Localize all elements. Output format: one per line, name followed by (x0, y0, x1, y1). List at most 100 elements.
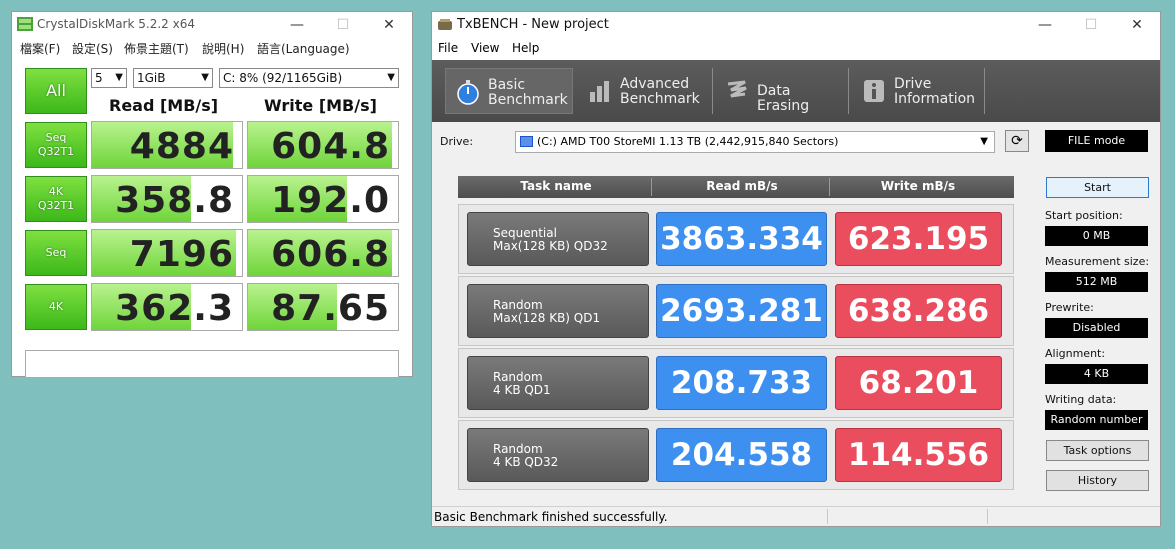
drive-select[interactable]: (C:) AMD T00 StoreMI 1.13 TB (2,442,915,… (515, 131, 995, 153)
task-line2: 4 KB QD1 (493, 383, 551, 397)
menu-help[interactable]: Help (512, 41, 539, 55)
menu-file[interactable]: 檔案(F) (20, 40, 60, 57)
refresh-button[interactable]: ⟳ (1005, 130, 1029, 152)
task-random-128kb-qd1-button[interactable]: Random Max(128 KB) QD1 (467, 284, 649, 338)
measurement-size-value[interactable]: 512 MB (1045, 272, 1148, 292)
row-label: 4K (48, 185, 64, 198)
write-value: 68.201 (835, 356, 1002, 410)
value: 192.0 (271, 180, 390, 221)
tab-label: Basic Benchmark (488, 78, 568, 108)
comment-field[interactable] (25, 350, 399, 378)
crystaldiskmark-window: CrystalDiskMark 5.2.2 x64 — ☐ ✕ 檔案(F) 設定… (11, 11, 413, 378)
info-icon (864, 80, 884, 102)
status-text: Basic Benchmark finished successfully. (434, 510, 668, 524)
value: 606.8 (271, 234, 390, 275)
seq-button[interactable]: Seq (25, 230, 87, 276)
app-icon (438, 19, 452, 30)
read-value: 3863.334 (656, 212, 827, 266)
seq-write: 606.8 (247, 229, 399, 277)
size-select[interactable]: 1GiB ▼ (133, 68, 213, 88)
tab-basic-benchmark[interactable]: Basic Benchmark (445, 68, 573, 114)
chevron-down-icon: ▼ (387, 72, 395, 83)
4k-q32t1-write: 192.0 (247, 175, 399, 223)
tab-drive-information[interactable]: Drive Information (852, 68, 982, 114)
row-sublabel: Q32T1 (37, 199, 75, 212)
minimize-button[interactable]: — (274, 12, 320, 38)
task-line1: Random (493, 370, 543, 384)
alignment-value[interactable]: 4 KB (1045, 364, 1148, 384)
close-button[interactable]: ✕ (366, 12, 412, 38)
task-line2: Max(128 KB) QD32 (493, 239, 608, 253)
minimize-button[interactable]: — (1022, 12, 1068, 38)
basic-benchmark-panel: Drive: (C:) AMD T00 StoreMI 1.13 TB (2,4… (432, 122, 1160, 515)
maximize-button[interactable]: ☐ (1068, 12, 1114, 38)
menu-settings[interactable]: 設定(S) (72, 40, 113, 57)
menu-help[interactable]: 說明(H) (202, 40, 244, 57)
tab-advanced-benchmark[interactable]: Advanced Benchmark (578, 68, 708, 114)
menu-view[interactable]: View (471, 41, 499, 55)
read-value: 2693.281 (656, 284, 827, 338)
menu-language[interactable]: 語言(Language) (257, 40, 350, 57)
task-line1: Random (493, 442, 543, 456)
bar-chart-icon (590, 81, 609, 102)
task-options-button[interactable]: Task options (1046, 440, 1149, 461)
start-position-value[interactable]: 0 MB (1045, 226, 1148, 246)
4k-write: 87.65 (247, 283, 399, 331)
drive-icon (520, 136, 533, 147)
prewrite-value[interactable]: Disabled (1045, 318, 1148, 338)
all-button[interactable]: All (25, 68, 87, 114)
count-select[interactable]: 5 ▼ (91, 68, 127, 88)
maximize-button[interactable]: ☐ (320, 12, 366, 38)
table-row: Random Max(128 KB) QD1 2693.281 638.286 (458, 276, 1014, 346)
table-row: Random 4 KB QD32 204.558 114.556 (458, 420, 1014, 490)
drive-label: Drive: (440, 135, 474, 148)
writing-data-value[interactable]: Random number (1045, 410, 1148, 430)
value: 604.8 (271, 126, 390, 167)
alignment-label: Alignment: (1045, 347, 1106, 360)
chevron-down-icon: ▼ (115, 72, 123, 83)
task-random-4kb-qd1-button[interactable]: Random 4 KB QD1 (467, 356, 649, 410)
status-bar: Basic Benchmark finished successfully. (432, 506, 1160, 526)
drive-select[interactable]: C: 8% (92/1165GiB) ▼ (219, 68, 399, 88)
count-value: 5 (95, 71, 103, 85)
task-line1: Random (493, 298, 543, 312)
table-row: Sequential Max(128 KB) QD32 3863.334 623.… (458, 204, 1014, 274)
table-row: Random 4 KB QD1 208.733 68.201 (458, 348, 1014, 418)
tab-divider (984, 68, 985, 114)
tab-label: Advanced Benchmark (620, 77, 700, 107)
start-button[interactable]: Start (1046, 177, 1149, 198)
menu-theme[interactable]: 佈景主題(T) (124, 40, 189, 57)
tab-line2: Benchmark (620, 91, 700, 107)
size-value: 1GiB (137, 71, 166, 85)
status-divider (987, 509, 988, 524)
seq-q32t1-button[interactable]: Seq Q32T1 (25, 122, 87, 168)
4k-button[interactable]: 4K (25, 284, 87, 330)
tx-title: TxBENCH - New project (457, 17, 609, 32)
close-button[interactable]: ✕ (1114, 12, 1160, 38)
task-sequential-qd32-button[interactable]: Sequential Max(128 KB) QD32 (467, 212, 649, 266)
menu-file[interactable]: File (438, 41, 458, 55)
chevron-down-icon: ▼ (201, 72, 209, 83)
task-line2: 4 KB QD32 (493, 455, 559, 469)
cdm-body: All 5 ▼ 1GiB ▼ C: 8% (92/1165GiB) ▼ Read [M… (12, 58, 412, 378)
task-line1: Sequential (493, 226, 557, 240)
col-read: Read mB/s (706, 179, 778, 193)
eraser-icon (727, 80, 747, 98)
measurement-size-label: Measurement size: (1045, 255, 1150, 268)
tab-data-erasing[interactable]: Data Erasing (715, 68, 843, 114)
write-value: 114.556 (835, 428, 1002, 482)
cdm-menubar: 檔案(F) 設定(S) 佈景主題(T) 說明(H) 語言(Language) (12, 38, 412, 58)
col-task: Task name (520, 179, 592, 193)
task-random-4kb-qd32-button[interactable]: Random 4 KB QD32 (467, 428, 649, 482)
tab-line2: Information (894, 91, 976, 107)
value: 362.3 (115, 288, 234, 329)
write-value: 623.195 (835, 212, 1002, 266)
read-header: Read [MB/s] (109, 96, 219, 115)
tab-line1: Basic (488, 77, 526, 93)
4k-q32t1-button[interactable]: 4K Q32T1 (25, 176, 87, 222)
status-divider (827, 509, 828, 524)
4k-q32t1-read: 358.8 (91, 175, 243, 223)
tab-label: Data Erasing (757, 83, 810, 114)
history-button[interactable]: History (1046, 470, 1149, 491)
drive-value: (C:) AMD T00 StoreMI 1.13 TB (2,442,915,… (537, 135, 839, 148)
